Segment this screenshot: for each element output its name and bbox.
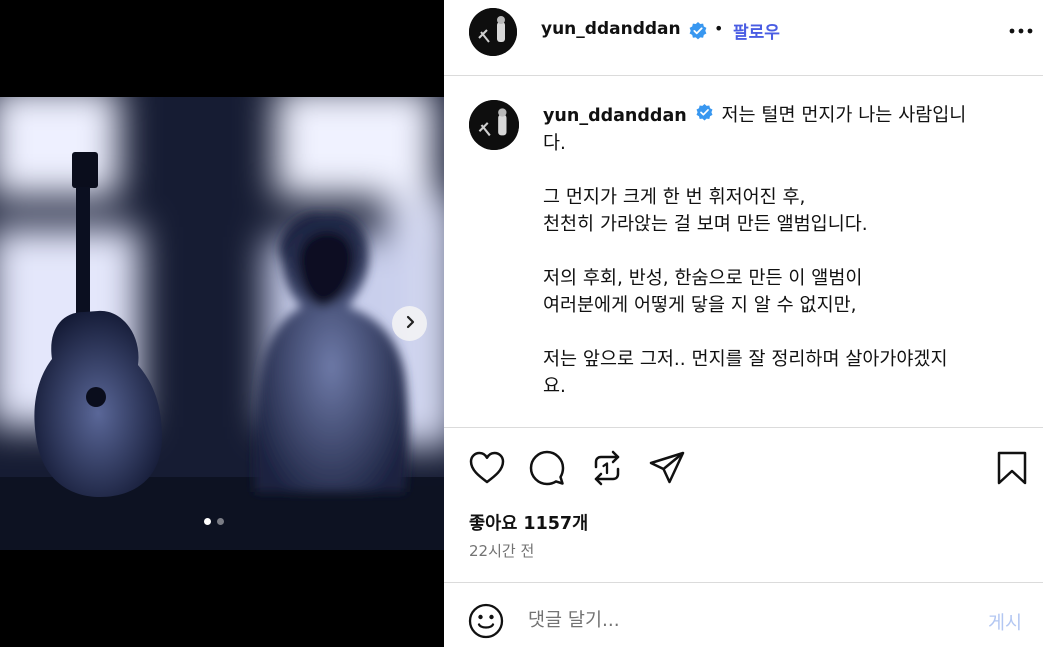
next-slide-button[interactable]	[392, 306, 427, 341]
post-media	[0, 0, 444, 647]
post-comment-button[interactable]: 게시	[988, 609, 1022, 635]
follow-button[interactable]: 팔로우	[733, 18, 780, 43]
caption-line: 저의 후회, 반성, 한숨으로 만든 이 앨범이	[543, 268, 863, 289]
caption-line: 저는 털면 먼지가 나는 사람입니	[721, 105, 967, 126]
chevron-right-icon	[402, 314, 418, 334]
comment-icon[interactable]	[527, 448, 567, 488]
repost-icon[interactable]	[587, 448, 627, 488]
emoji-icon[interactable]	[468, 603, 504, 639]
caption-line: 천천히 가라앉는 걸 보며 만든 앨범입니다.	[543, 214, 868, 235]
caption-avatar[interactable]	[469, 100, 519, 150]
caption-username[interactable]: yun_ddanddan	[543, 106, 687, 126]
more-options-icon[interactable]	[1006, 18, 1036, 44]
post-photo[interactable]	[0, 97, 444, 550]
comment-input[interactable]	[528, 605, 958, 635]
header-separator: •	[714, 19, 724, 38]
verified-badge-icon	[695, 103, 714, 130]
post-timestamp[interactable]: 22시간 전	[469, 540, 534, 561]
verified-badge-icon	[688, 21, 708, 45]
post-header: yun_ddanddan • 팔로우	[444, 0, 1043, 76]
album-photo-image	[0, 97, 444, 550]
post-caption: yun_ddanddan 저는 털면 먼지가 나는 사람입니 다. 그 먼지가 …	[543, 102, 1003, 400]
post-side-panel: yun_ddanddan • 팔로우 yun_ddanddan 저는 털면 먼지…	[444, 0, 1043, 647]
caption-line: 여러분에게 어떻게 닿을 지 알 수 없지만,	[543, 295, 857, 316]
heart-icon[interactable]	[467, 448, 507, 488]
post-username[interactable]: yun_ddanddan	[541, 19, 681, 39]
share-icon[interactable]	[647, 448, 687, 488]
caption-line: 그 먼지가 크게 한 번 휘저어진 후,	[543, 187, 806, 208]
avatar[interactable]	[469, 8, 517, 56]
caption-line: 요.	[543, 376, 566, 397]
caption-section: yun_ddanddan 저는 털면 먼지가 나는 사람입니 다. 그 먼지가 …	[444, 77, 1043, 428]
caption-line: 다.	[543, 133, 566, 154]
likes-count[interactable]: 좋아요 1157개	[469, 510, 588, 535]
carousel-dot-active	[204, 518, 211, 525]
action-bar: 좋아요 1157개 22시간 전	[444, 428, 1043, 583]
caption-line: 저는 앞으로 그저.. 먼지를 잘 정리하며 살아가야겠지	[543, 349, 948, 370]
comment-bar: 게시	[444, 583, 1043, 647]
carousel-indicator	[204, 518, 224, 525]
bookmark-icon[interactable]	[992, 448, 1032, 488]
carousel-dot	[217, 518, 224, 525]
